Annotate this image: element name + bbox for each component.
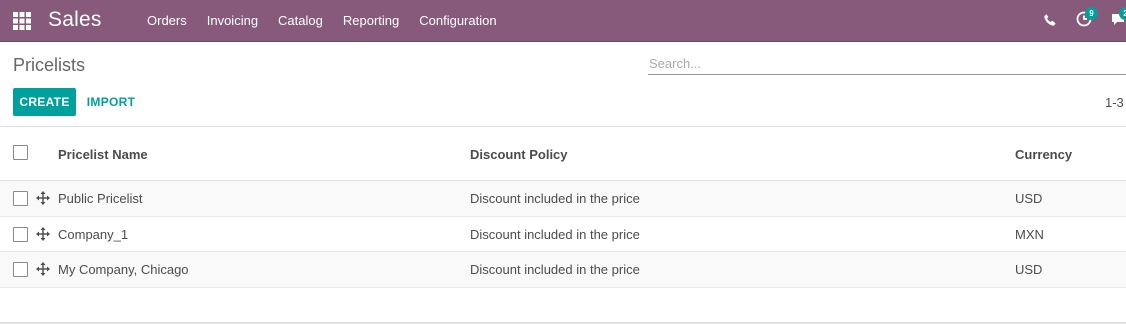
menu-item-catalog[interactable]: Catalog xyxy=(268,0,333,42)
messages-badge: 2 xyxy=(1119,7,1126,20)
drag-handle-icon[interactable] xyxy=(36,226,50,241)
menu-item-invoicing[interactable]: Invoicing xyxy=(197,0,268,42)
row-checkbox[interactable] xyxy=(13,226,28,242)
cell-pricelist-name: My Company, Chicago xyxy=(58,262,189,277)
activity-badge: 9 xyxy=(1085,7,1098,20)
pricelist-table: Pricelist Name Discount Policy Currency … xyxy=(0,126,1126,288)
table-row[interactable]: My Company, Chicago Discount included in… xyxy=(0,252,1126,288)
cell-currency: MXN xyxy=(1015,226,1044,242)
drag-handle-icon[interactable] xyxy=(36,262,50,276)
row-checkbox[interactable] xyxy=(13,191,28,206)
menu-item-orders[interactable]: Orders xyxy=(137,0,197,42)
table-header: Pricelist Name Discount Policy Currency xyxy=(0,127,1126,181)
cell-pricelist-name: Public Pricelist xyxy=(58,191,143,206)
cell-discount-policy: Discount included in the price xyxy=(470,262,640,277)
import-button[interactable]: IMPORT xyxy=(80,88,142,116)
column-header-currency[interactable]: Currency xyxy=(1015,147,1072,162)
app-title[interactable]: Sales xyxy=(48,8,102,32)
main-menu: Orders Invoicing Catalog Reporting Confi… xyxy=(137,0,507,42)
search-input[interactable] xyxy=(648,53,1126,73)
drag-handle-icon[interactable] xyxy=(36,191,50,205)
menu-item-reporting[interactable]: Reporting xyxy=(333,0,409,42)
column-header-pricelist-name[interactable]: Pricelist Name xyxy=(58,147,148,162)
row-checkbox[interactable] xyxy=(13,262,28,277)
pager-value[interactable]: 1-3 xyxy=(1105,95,1124,110)
menu-item-configuration[interactable]: Configuration xyxy=(409,0,506,42)
top-navbar: Sales Orders Invoicing Catalog Reporting… xyxy=(0,0,1126,42)
cell-currency: USD xyxy=(1015,262,1043,277)
cell-currency: USD xyxy=(1015,191,1043,206)
table-row[interactable]: Public Pricelist Discount included in th… xyxy=(0,181,1126,217)
select-all-checkbox[interactable] xyxy=(13,145,28,160)
table-row[interactable]: Company_1 Discount included in the price… xyxy=(0,217,1126,252)
breadcrumb: Pricelists xyxy=(13,55,86,75)
messages-icon[interactable]: 2 xyxy=(1110,7,1126,27)
phone-icon[interactable] xyxy=(1043,13,1057,27)
cell-discount-policy: Discount included in the price xyxy=(470,226,640,242)
create-button[interactable]: CREATE xyxy=(13,88,76,116)
cell-discount-policy: Discount included in the price xyxy=(470,191,640,206)
column-header-discount-policy[interactable]: Discount Policy xyxy=(470,147,568,162)
apps-grid-icon[interactable] xyxy=(13,12,31,30)
search-box xyxy=(648,53,1126,75)
cell-pricelist-name: Company_1 xyxy=(58,226,129,242)
activity-clock-icon[interactable]: 9 xyxy=(1076,7,1098,27)
